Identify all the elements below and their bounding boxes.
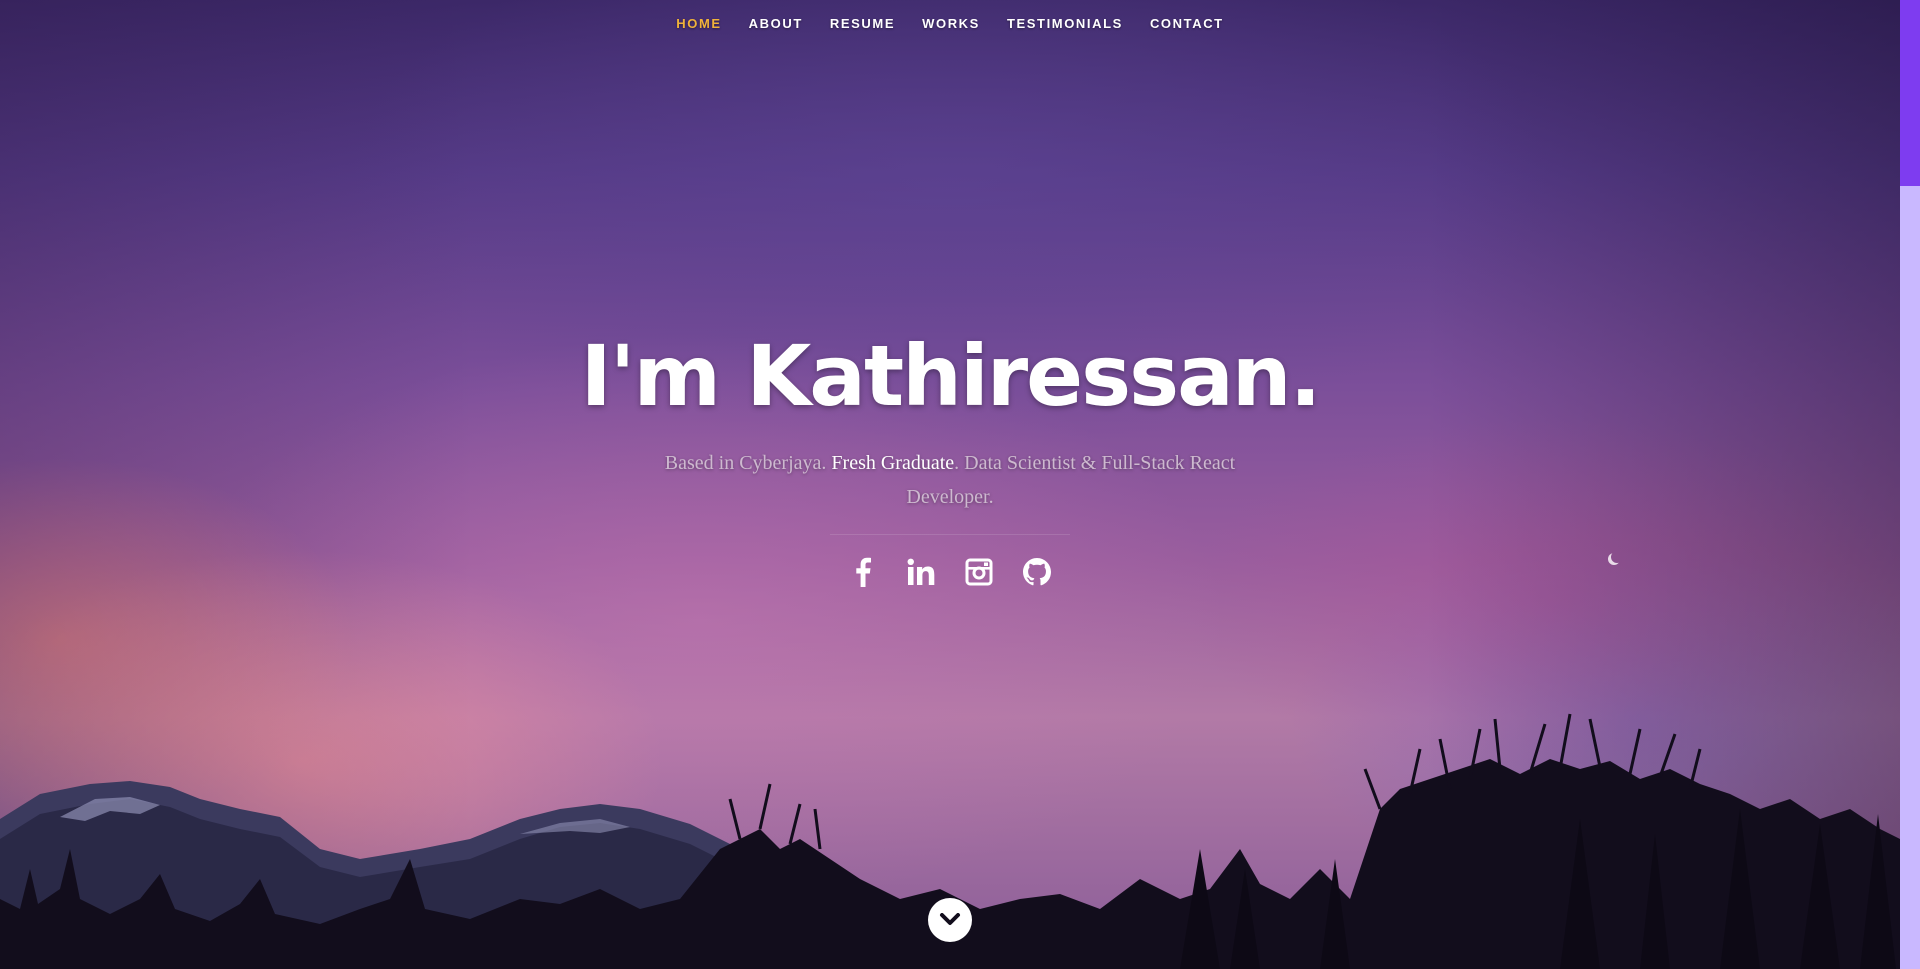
nav-testimonials-link[interactable]: TESTIMONIALS (1007, 16, 1123, 31)
linkedin-icon[interactable] (907, 557, 935, 587)
top-navigation: HOME ABOUT RESUME WORKS TESTIMONIALS CON… (0, 0, 1900, 46)
social-links (0, 557, 1900, 587)
facebook-icon[interactable] (849, 557, 877, 587)
nav-works-link[interactable]: WORKS (922, 16, 980, 31)
hero-title: I'm Kathiressan. (580, 327, 1321, 425)
chevron-down-icon (940, 913, 960, 925)
nav-contact-link[interactable]: CONTACT (1150, 16, 1224, 31)
nav-resume-link[interactable]: RESUME (830, 16, 895, 31)
subtitle-highlight: Fresh Graduate (831, 452, 955, 474)
page-scrollbar[interactable] (1900, 0, 1920, 969)
hero-subtitle: Based in Cyberjaya. Fresh Graduate. Data… (620, 446, 1280, 514)
subtitle-location: Based in Cyberjaya. (664, 452, 832, 474)
scrollbar-thumb[interactable] (1900, 0, 1920, 186)
nav-about-link[interactable]: ABOUT (749, 16, 803, 31)
hero-banner: I'm Kathiressan. Based in Cyberjaya. Fre… (0, 320, 1900, 587)
scroll-down-button[interactable] (928, 898, 972, 942)
hero-divider (830, 534, 1070, 535)
subtitle-role: . Data Scientist & Full-Stack React Deve… (906, 452, 1236, 508)
instagram-icon[interactable] (965, 557, 993, 587)
github-icon[interactable] (1023, 557, 1051, 587)
hero-page: HOME ABOUT RESUME WORKS TESTIMONIALS CON… (0, 0, 1900, 969)
nav-home-link[interactable]: HOME (676, 16, 721, 31)
